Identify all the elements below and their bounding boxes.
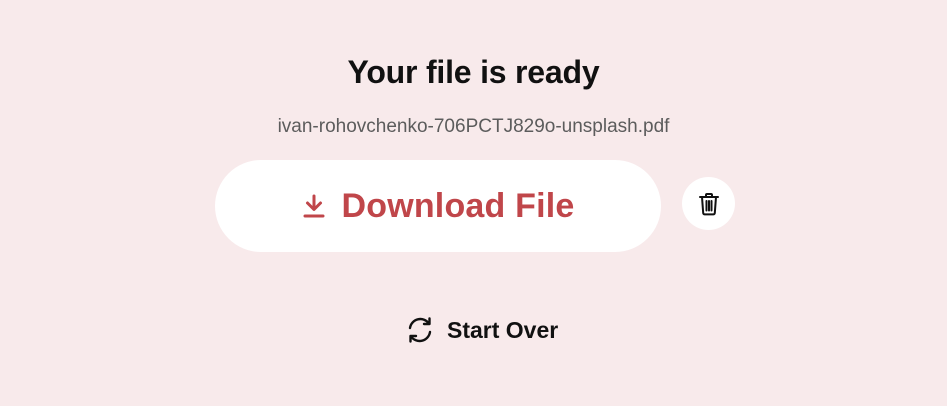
page-title: Your file is ready (347, 54, 600, 90)
file-name: ivan-rohovchenko-706PCTJ829o-unsplash.pd… (277, 116, 670, 137)
download-file-label: Download File (341, 187, 575, 225)
start-over-label: Start Over (447, 317, 559, 343)
start-over-button[interactable]: Start Over (405, 313, 558, 347)
download-ready-panel: Your file is ready ivan-rohovchenko-706P… (0, 0, 947, 406)
refresh-icon (405, 315, 435, 345)
download-icon (301, 193, 327, 219)
trash-icon (698, 192, 720, 216)
download-file-button[interactable]: Download File (215, 160, 661, 252)
delete-file-button[interactable] (682, 177, 735, 230)
